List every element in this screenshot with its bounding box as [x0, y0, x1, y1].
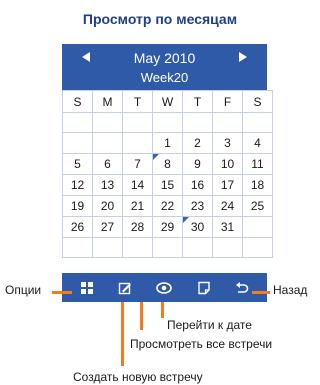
day-cell[interactable] [182, 112, 213, 133]
day-cell[interactable]: 4 [242, 132, 273, 154]
day-cell[interactable] [92, 112, 123, 133]
next-month-arrow-icon[interactable] [239, 52, 247, 62]
day-cell[interactable]: 5 [62, 153, 93, 175]
go-to-date-callout-label: Перейти к дате [167, 318, 252, 332]
day-cell[interactable] [152, 237, 183, 258]
bottom-toolbar [62, 273, 267, 302]
day-cell-with-event[interactable]: 30 [182, 216, 213, 238]
week-label: Week20 [140, 70, 189, 85]
day-cell[interactable]: 6 [92, 153, 123, 175]
day-cell[interactable]: 11 [242, 153, 273, 175]
weekday-label: S [242, 90, 273, 113]
day-cell[interactable]: 12 [62, 174, 93, 196]
page-title: Просмотр по месяцам [82, 11, 238, 27]
day-cell[interactable]: 1 [152, 132, 183, 154]
weekday-label: T [122, 90, 153, 113]
calendar-screen: May 2010 Week20 S M T W T F S 1 2 3 4 5 … [62, 44, 273, 302]
go-to-date-button[interactable] [184, 273, 224, 302]
calendar-header: May 2010 Week20 [62, 44, 267, 90]
day-cell-with-event[interactable]: 8 [152, 153, 183, 175]
weekday-row: S M T W T F S [62, 90, 273, 113]
day-cell[interactable]: 2 [182, 132, 213, 154]
day-cell[interactable]: 29 [152, 216, 183, 238]
day-cell[interactable]: 9 [182, 153, 213, 175]
back-arrow-icon [236, 281, 249, 293]
day-cell[interactable]: 20 [92, 195, 123, 217]
view-all-meetings-button[interactable] [144, 273, 184, 302]
day-cell[interactable]: 23 [182, 195, 213, 217]
weekday-label: F [212, 90, 243, 113]
options-button[interactable] [67, 273, 107, 302]
back-callout-label: Назад [273, 283, 308, 297]
day-cell[interactable]: 22 [152, 195, 183, 217]
options-callout-line [52, 291, 72, 294]
day-cell[interactable]: 10 [212, 153, 243, 175]
view-all-callout-line [140, 302, 143, 330]
back-button[interactable] [222, 273, 262, 302]
week-row: 1 2 3 4 [62, 132, 273, 154]
day-cell[interactable] [212, 237, 243, 258]
day-cell[interactable]: 17 [212, 174, 243, 196]
day-cell[interactable]: 28 [122, 216, 153, 238]
day-cell[interactable] [242, 216, 273, 238]
day-cell[interactable] [242, 112, 273, 133]
week-row [62, 112, 273, 133]
day-cell[interactable] [62, 237, 93, 258]
day-cell[interactable]: 3 [212, 132, 243, 154]
day-cell[interactable]: 19 [62, 195, 93, 217]
create-new-callout-line [121, 302, 124, 366]
day-cell[interactable] [92, 132, 123, 154]
week-row [62, 237, 273, 258]
day-cell[interactable] [122, 132, 153, 154]
month-label: May 2010 [133, 50, 196, 66]
day-cell[interactable] [212, 112, 243, 133]
day-cell[interactable]: 31 [212, 216, 243, 238]
day-cell[interactable] [122, 237, 153, 258]
day-cell[interactable] [152, 112, 183, 133]
grid-icon [81, 281, 93, 294]
day-cell[interactable]: 14 [122, 174, 153, 196]
week-row: 19 20 21 22 23 24 25 [62, 195, 273, 217]
day-cell[interactable] [92, 237, 123, 258]
edit-note-icon [118, 282, 131, 294]
weekday-label: M [92, 90, 123, 113]
week-row: 5 6 7 8 9 10 11 [62, 153, 273, 175]
weekday-label: S [62, 90, 93, 113]
eye-icon [156, 281, 172, 294]
day-cell[interactable]: 15 [152, 174, 183, 196]
day-cell[interactable]: 27 [92, 216, 123, 238]
day-cell[interactable]: 24 [212, 195, 243, 217]
options-callout-label: Опции [5, 283, 42, 297]
day-cell[interactable]: 26 [62, 216, 93, 238]
go-to-date-callout-line [161, 302, 164, 318]
day-cell[interactable]: 21 [122, 195, 153, 217]
week-row: 12 13 14 15 16 17 18 [62, 174, 273, 196]
day-cell[interactable]: 13 [92, 174, 123, 196]
weekday-label: T [182, 90, 213, 113]
calendar-page-icon [198, 281, 210, 294]
day-cell[interactable] [122, 112, 153, 133]
day-cell[interactable]: 18 [242, 174, 273, 196]
create-meeting-button[interactable] [105, 273, 145, 302]
day-cell[interactable]: 16 [182, 174, 213, 196]
weekday-label: W [152, 90, 183, 113]
day-cell[interactable]: 25 [242, 195, 273, 217]
create-new-callout-label: Создать новую встречу [73, 370, 203, 384]
day-cell[interactable]: 7 [122, 153, 153, 175]
back-callout-line [252, 291, 270, 294]
view-all-callout-label: Просмотреть все встречи [130, 337, 273, 351]
day-cell[interactable] [62, 112, 93, 133]
day-cell[interactable] [182, 237, 213, 258]
month-grid: S M T W T F S 1 2 3 4 5 6 7 8 9 10 11 12… [62, 90, 273, 258]
day-cell[interactable] [62, 132, 93, 154]
week-row: 26 27 28 29 30 31 [62, 216, 273, 238]
day-cell[interactable] [242, 237, 273, 258]
